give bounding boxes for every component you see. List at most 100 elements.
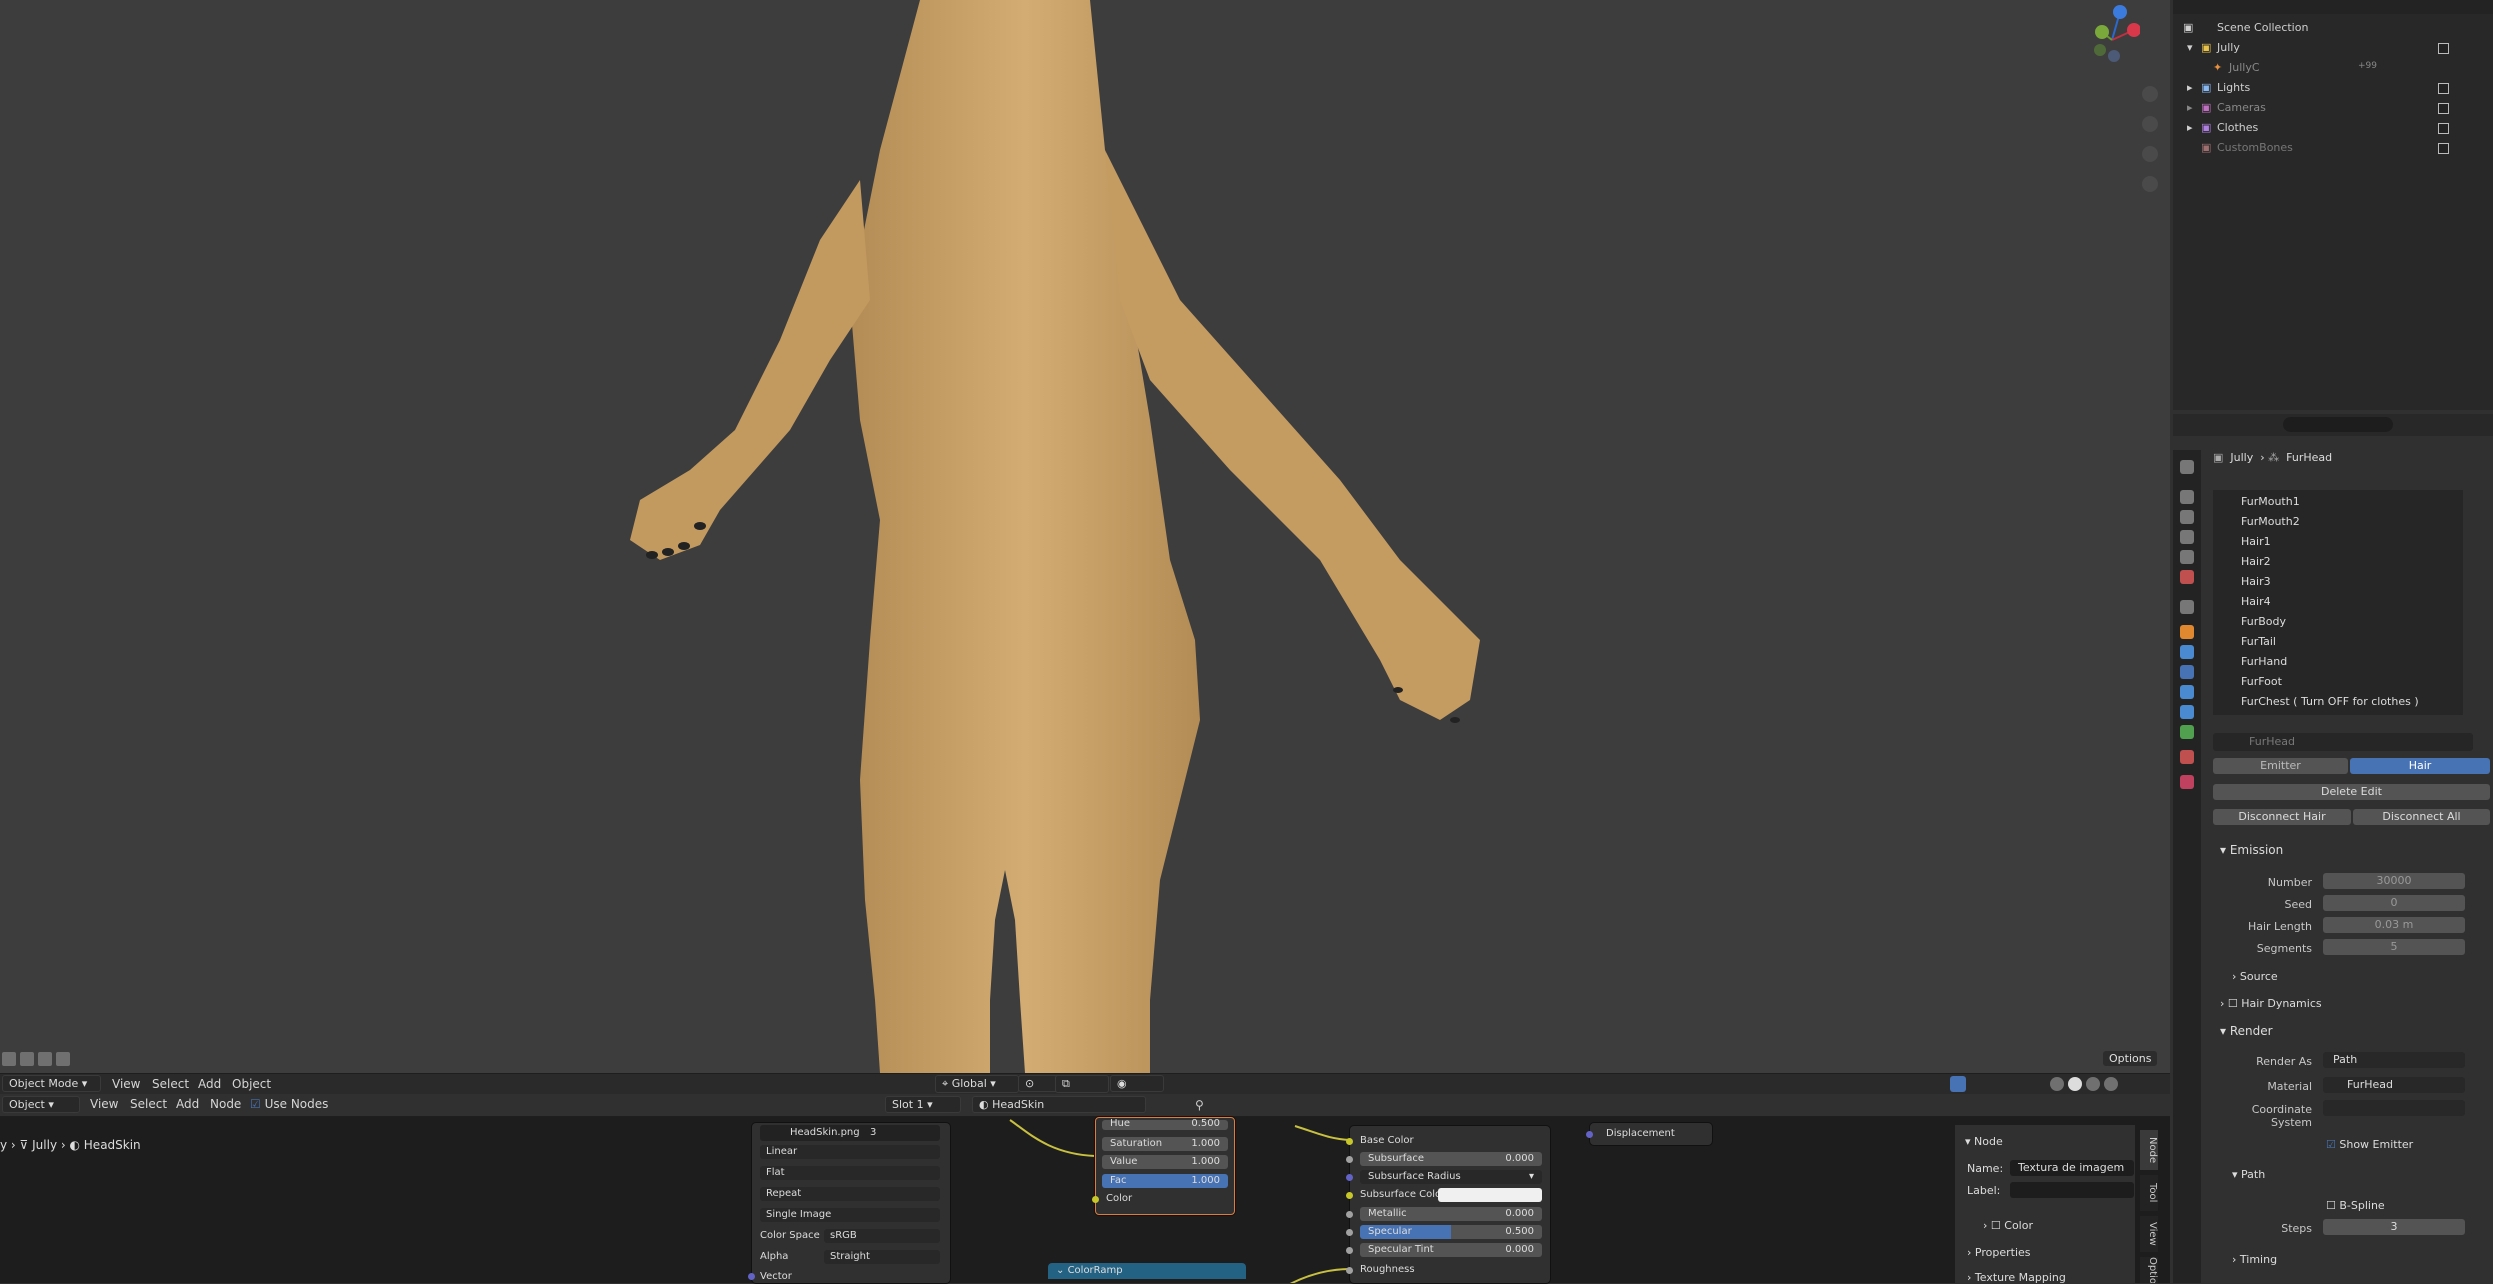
hue-saturation-node[interactable]: Hue 0.500 Saturation 1.000 Value 1.000 Fac 1… bbox=[1092, 1117, 1235, 1215]
data-tab-icon[interactable] bbox=[2180, 725, 2194, 739]
view-layer-tab-icon[interactable] bbox=[2180, 530, 2194, 544]
sidebar-tab-node[interactable]: Node bbox=[2140, 1130, 2158, 1170]
proportional-edit-icon[interactable]: ◉ bbox=[1110, 1075, 1164, 1092]
steps-field[interactable]: 3 bbox=[2323, 1219, 2465, 1235]
outliner-item-lights[interactable]: ▸ ▣ Lights bbox=[2173, 78, 2493, 98]
zoom-icon[interactable] bbox=[2142, 86, 2158, 102]
use-nodes-checkbox[interactable]: ☑ Use Nodes bbox=[250, 1097, 328, 1111]
fac-slider[interactable]: Fac 1.000 bbox=[1102, 1174, 1228, 1188]
emission-panel-header[interactable]: ▾ Emission bbox=[2220, 843, 2283, 857]
scene-tab-icon[interactable] bbox=[2180, 550, 2194, 564]
hair-tab[interactable]: Hair bbox=[2350, 758, 2490, 774]
menu-view[interactable]: View bbox=[112, 1077, 140, 1091]
color-subpanel[interactable]: › ☐ Color bbox=[1983, 1219, 2033, 1232]
list-item[interactable]: FurChest ( Turn OFF for clothes ) bbox=[2213, 692, 2463, 712]
hair-dynamics-panel[interactable]: › ☐ Hair Dynamics bbox=[2220, 997, 2322, 1010]
bspline-checkbox[interactable]: ☐ B-Spline bbox=[2326, 1199, 2385, 1212]
sidebar-tab-view[interactable]: View bbox=[2140, 1216, 2158, 1252]
principled-bsdf-node[interactable]: Base Color Subsurface 0.000 Subsurface Ra… bbox=[1346, 1126, 1550, 1283]
path-subpanel[interactable]: ▾ Path bbox=[2232, 1168, 2265, 1181]
outliner-scene-collection[interactable]: ▣ Scene Collection bbox=[2173, 18, 2493, 38]
subsurface-color-swatch[interactable] bbox=[1438, 1188, 1542, 1202]
roughness-socket[interactable] bbox=[1346, 1267, 1353, 1274]
constraints-tab-icon[interactable] bbox=[2180, 705, 2194, 719]
list-item[interactable]: Hair1 bbox=[2213, 532, 2463, 552]
material-tab-icon[interactable] bbox=[2180, 750, 2194, 764]
mode-dropdown[interactable]: Object Mode ▾ bbox=[2, 1075, 101, 1092]
output-tab-icon[interactable] bbox=[2180, 510, 2194, 524]
image-selector[interactable]: HeadSkin.png 3 bbox=[760, 1125, 940, 1141]
particle-settings-selector[interactable]: FurHead bbox=[2213, 733, 2473, 751]
source-subpanel[interactable]: › Source bbox=[2232, 970, 2278, 983]
outliner-item-custombones[interactable]: ▣ CustomBones bbox=[2173, 138, 2493, 158]
gizmo-toggle-icon[interactable] bbox=[1950, 1076, 1966, 1092]
node-menu-node[interactable]: Node bbox=[210, 1097, 241, 1111]
specular-socket[interactable] bbox=[1346, 1229, 1353, 1236]
texture-mapping-subpanel[interactable]: › Texture Mapping bbox=[1967, 1271, 2066, 1284]
physics-tab-icon[interactable] bbox=[2180, 685, 2194, 699]
fur-character-model[interactable] bbox=[0, 0, 2170, 1073]
node-panel-header[interactable]: ▾ Node bbox=[1965, 1135, 2003, 1148]
shader-node-editor[interactable] bbox=[0, 1094, 2170, 1283]
menu-add[interactable]: Add bbox=[198, 1077, 221, 1091]
extension-dropdown[interactable]: Repeat bbox=[760, 1187, 940, 1201]
outliner-item-cameras[interactable]: ▸ ▣ Cameras bbox=[2173, 98, 2493, 118]
navigation-gizmo[interactable] bbox=[2080, 0, 2140, 80]
orientation-dropdown[interactable]: ⌖ Global ▾ bbox=[935, 1075, 1019, 1093]
list-item[interactable]: Hair3 bbox=[2213, 572, 2463, 592]
coordinate-system-field[interactable] bbox=[2323, 1100, 2465, 1116]
list-item[interactable]: Hair2 bbox=[2213, 552, 2463, 572]
hair-length-field[interactable]: 0.03 m bbox=[2323, 917, 2465, 933]
render-tab-icon[interactable] bbox=[2180, 490, 2194, 504]
sidebar-tab-options[interactable]: Options bbox=[2140, 1257, 2158, 1283]
slot-dropdown[interactable]: Slot 1 ▾ bbox=[885, 1096, 961, 1113]
disconnect-hair-button[interactable]: Disconnect Hair bbox=[2213, 809, 2351, 825]
node-label-input[interactable] bbox=[2010, 1182, 2134, 1198]
subsurface-socket[interactable] bbox=[1346, 1156, 1353, 1163]
pin-icon[interactable]: ⚲ bbox=[1195, 1098, 1207, 1112]
metallic-slider[interactable]: Metallic 0.000 bbox=[1360, 1207, 1542, 1221]
seed-field[interactable]: 0 bbox=[2323, 895, 2465, 911]
camera-view-icon[interactable] bbox=[2142, 146, 2158, 162]
hue-slider[interactable]: Hue 0.500 bbox=[1102, 1118, 1228, 1130]
object-tab-icon[interactable] bbox=[2180, 625, 2194, 639]
number-field[interactable]: 30000 bbox=[2323, 873, 2465, 889]
object-type-dropdown[interactable]: Object ▾ bbox=[2, 1096, 80, 1113]
image-texture-node[interactable]: HeadSkin.png 3 Linear Flat Repeat Single… bbox=[748, 1123, 950, 1283]
base-color-socket[interactable] bbox=[1346, 1138, 1353, 1145]
emitter-tab[interactable]: Emitter bbox=[2213, 758, 2348, 774]
shading-mode-icons[interactable] bbox=[2050, 1076, 2130, 1092]
alpha-dropdown[interactable]: Straight bbox=[824, 1250, 940, 1264]
outliner-item-clothes[interactable]: ▸ ▣ Clothes bbox=[2173, 118, 2493, 138]
timing-subpanel[interactable]: › Timing bbox=[2232, 1253, 2277, 1266]
properties-tabs[interactable] bbox=[2173, 450, 2201, 1283]
menu-object[interactable]: Object bbox=[232, 1077, 271, 1091]
node-menu-select[interactable]: Select bbox=[130, 1097, 167, 1111]
subsurface-radius-socket[interactable] bbox=[1346, 1174, 1353, 1181]
tool-tab-icon[interactable] bbox=[2180, 460, 2194, 474]
show-emitter-checkbox[interactable]: ☑ Show Emitter bbox=[2326, 1138, 2413, 1151]
modifier-tab-icon[interactable] bbox=[2180, 645, 2194, 659]
properties-subpanel[interactable]: › Properties bbox=[1967, 1246, 2031, 1259]
particles-tab-icon[interactable] bbox=[2180, 665, 2194, 679]
displacement-socket[interactable] bbox=[1586, 1131, 1593, 1138]
particle-system-list[interactable]: FurMouth1 FurMouth2 Hair1 Hair2 Hair3 Ha… bbox=[2213, 490, 2463, 715]
list-item[interactable]: FurHand bbox=[2213, 652, 2463, 672]
ortho-grid-icon[interactable] bbox=[2142, 176, 2158, 192]
menu-select[interactable]: Select bbox=[152, 1077, 189, 1091]
delete-edit-button[interactable]: Delete Edit bbox=[2213, 784, 2490, 800]
snap-icon[interactable]: ⧉ bbox=[1055, 1075, 1109, 1093]
texture-tab-icon[interactable] bbox=[2180, 775, 2194, 789]
specular-slider[interactable]: Specular 0.500 bbox=[1360, 1225, 1542, 1239]
collection-tab-icon[interactable] bbox=[2180, 600, 2194, 614]
saturation-slider[interactable]: Saturation 1.000 bbox=[1102, 1137, 1228, 1151]
outliner-item-jullyc[interactable]: ✦ JullyC +99 bbox=[2173, 58, 2493, 78]
3d-viewport[interactable]: Options bbox=[0, 0, 2170, 1093]
list-item[interactable]: FurMouth2 bbox=[2213, 512, 2463, 532]
disconnect-all-button[interactable]: Disconnect All bbox=[2353, 809, 2490, 825]
properties-search-input[interactable] bbox=[2283, 417, 2393, 432]
node-menu-view[interactable]: View bbox=[90, 1097, 118, 1111]
outliner-item-jully[interactable]: ▾ ▣ Jully bbox=[2173, 38, 2493, 58]
material-dropdown[interactable]: FurHead bbox=[2323, 1077, 2465, 1093]
segments-field[interactable]: 5 bbox=[2323, 939, 2465, 955]
